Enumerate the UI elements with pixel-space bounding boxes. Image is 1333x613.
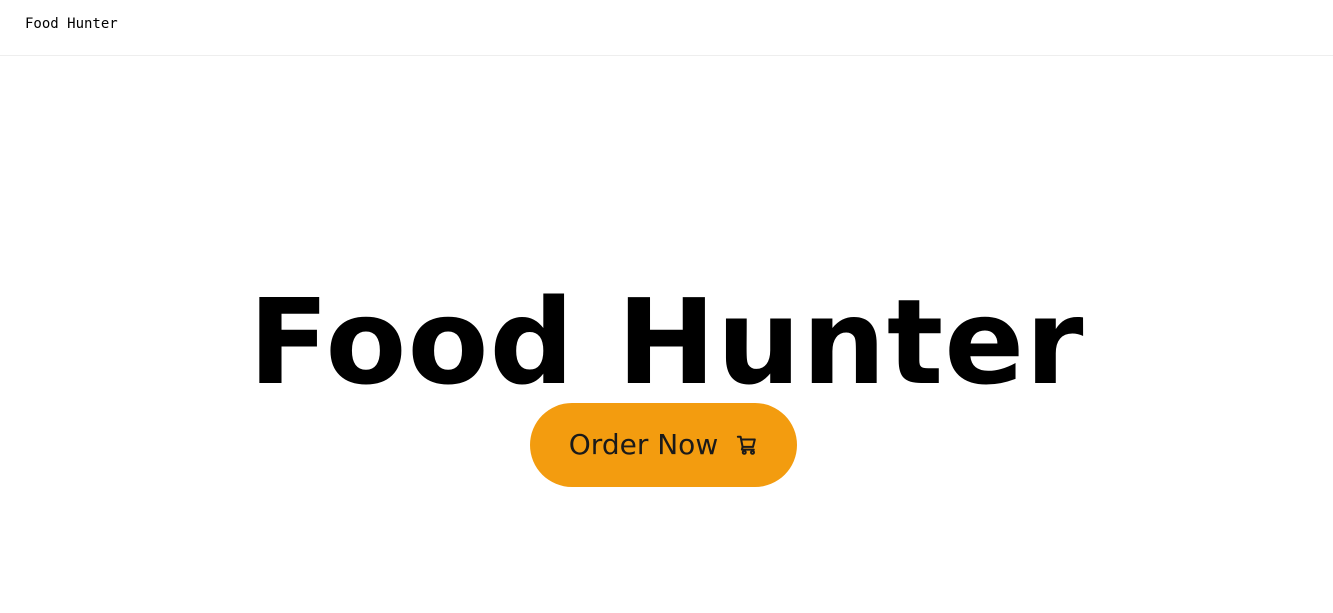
hero-section: Food Hunter bbox=[0, 57, 1333, 613]
order-now-label: Order Now bbox=[568, 428, 719, 461]
navbar: Food Hunter bbox=[0, 0, 1333, 56]
order-now-button[interactable]: Order Now bbox=[530, 403, 797, 487]
hero-title: Food Hunter bbox=[248, 273, 1085, 411]
brand-link[interactable]: Food Hunter bbox=[25, 15, 118, 33]
cart-icon bbox=[736, 434, 758, 456]
